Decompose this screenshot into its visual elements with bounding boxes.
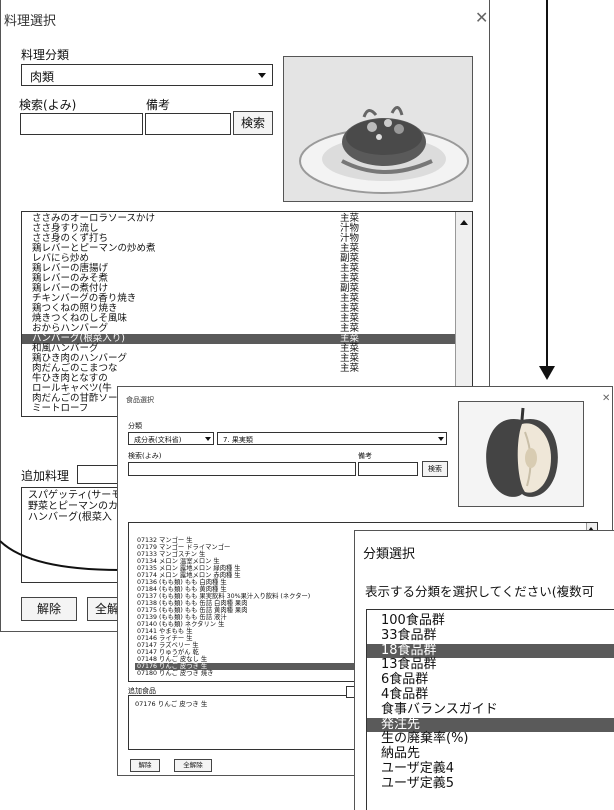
added-food-list[interactable]: 07176 りんご 皮つき 生 (128, 695, 356, 750)
food-dialog-title: 食品選択 (126, 396, 154, 404)
food-photo-illustration (459, 402, 583, 506)
list-item[interactable]: 食事バランスガイド (367, 702, 614, 718)
close-icon[interactable]: ✕ (475, 8, 488, 27)
chevron-down-icon (205, 437, 211, 441)
dish-search-input[interactable] (20, 113, 143, 135)
food-group-value: 7. 果実類 (223, 436, 253, 444)
dish-category-select[interactable]: 肉類 (21, 64, 273, 86)
group-prompt: 表示する分類を選択してください(複数可 (365, 584, 595, 599)
chevron-down-icon (258, 73, 266, 78)
list-item[interactable]: 33食品群 (367, 628, 614, 644)
list-item[interactable]: 07176 りんご 皮つき 生 (135, 698, 355, 708)
food-search-label: 検索(よみ) (128, 452, 162, 460)
list-item[interactable]: 6食品群 (367, 672, 614, 688)
list-item[interactable]: 100食品群 (367, 613, 614, 629)
dish-category-label: 料理分類 (21, 48, 70, 62)
list-item[interactable]: ハンバーグ(根菜入 (28, 512, 130, 523)
dish-photo-illustration (284, 57, 472, 201)
callout-line-vertical (546, 0, 548, 368)
list-item[interactable]: スパゲッティ(サーモ (28, 490, 130, 501)
dish-search-button[interactable]: 検索 (233, 111, 273, 135)
dish-note-label: 備考 (146, 98, 171, 112)
list-item[interactable]: 生の廃棄率(%) (367, 732, 614, 747)
scroll-up-icon[interactable] (460, 220, 468, 225)
dish-note-input[interactable] (145, 113, 231, 135)
food-note-label: 備考 (358, 452, 372, 460)
food-category-value: 成分表(文科省) (134, 436, 182, 444)
food-category-label: 分類 (128, 422, 142, 430)
chevron-down-icon (438, 437, 444, 441)
list-item[interactable]: ユーザ定義4 (367, 761, 614, 777)
dish-photo (283, 56, 473, 202)
dish-category-value: 肉類 (30, 70, 55, 84)
dish-name: ミートローフ (32, 403, 89, 414)
list-item[interactable]: 4食品群 (367, 687, 614, 703)
group-dialog-title: 分類選択 (363, 547, 416, 562)
list-item[interactable]: 13食品群 (367, 658, 614, 673)
added-dish-list[interactable]: スパゲッティ(サーモ 野菜とピーマンのカ ハンバーグ(根菜入 (21, 487, 131, 583)
close-icon[interactable]: ✕ (602, 393, 610, 404)
callout-arrowhead-down (539, 366, 555, 380)
list-item[interactable]: 野菜とピーマンのカ (28, 501, 130, 512)
added-dishes-label: 追加料理 (21, 469, 70, 483)
food-search-input[interactable] (128, 462, 356, 476)
food-category-select[interactable]: 成分表(文科省) (128, 432, 214, 445)
food-group-select[interactable]: 7. 果実類 (217, 432, 447, 445)
food-delete-all-button[interactable]: 全解除 (174, 759, 212, 772)
added-dish-input[interactable] (77, 465, 121, 484)
group-select-dialog: 分類選択 表示する分類を選択してください(複数可 100食品群 33食品群 18食品… (354, 530, 614, 810)
group-list[interactable]: 100食品群 33食品群 18食品群 13食品群 6食品群 4食品群 食事バランスガイド 発注… (366, 609, 614, 810)
food-delete-button[interactable]: 解除 (130, 759, 160, 772)
food-search-button[interactable]: 検索 (422, 461, 448, 477)
food-photo (458, 401, 584, 507)
list-item[interactable]: 納品先 (367, 746, 614, 762)
list-item[interactable]: 鶏レバーとピーマンの炒め煮 主菜 (22, 244, 472, 254)
list-item[interactable]: ユーザ定義5 (367, 776, 614, 792)
dish-dialog-title: 料理選択 (4, 14, 57, 29)
dish-type: 主菜 (340, 363, 360, 374)
food-note-input[interactable] (358, 462, 418, 476)
dish-search-label: 検索(よみ) (19, 98, 77, 112)
dish-delete-button[interactable]: 解除 (21, 597, 77, 621)
